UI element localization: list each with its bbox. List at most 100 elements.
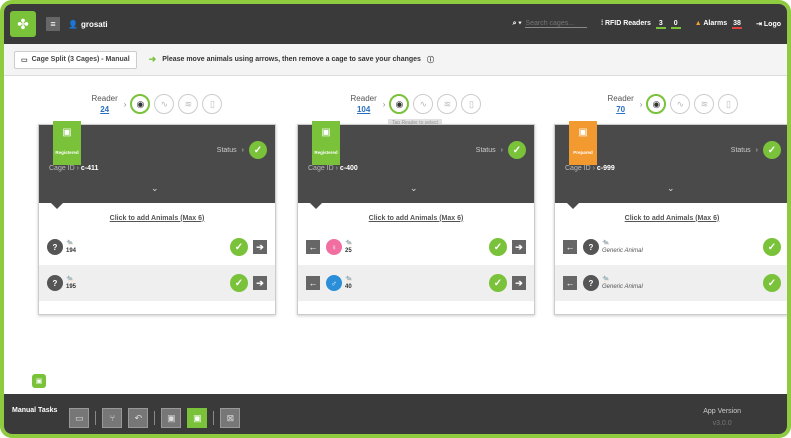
cage-status-badge: ▣ Prepared <box>569 121 597 165</box>
instruction-label: Please move animals using arrows, then r… <box>162 56 421 63</box>
check-icon[interactable]: ✓ <box>249 141 267 159</box>
info-icon[interactable]: ⓘ <box>427 55 434 65</box>
device-icon[interactable]: ▯ <box>718 94 739 114</box>
cage-id: Cage ID › c-999 <box>565 165 615 172</box>
row-actions: ✓ ➔ <box>230 238 267 256</box>
split-task-icon[interactable]: ⑂ <box>102 408 123 428</box>
cage-task-icon[interactable]: ▭ <box>69 408 90 428</box>
reader-title: Reader <box>607 94 634 103</box>
tab-label: Cage Split (3 Cages) - Manual <box>31 56 130 63</box>
status-label: Status <box>216 146 237 154</box>
cage-counter-icon[interactable]: ▣ <box>32 374 46 388</box>
instruction-text: ➜ Please move animals using arrows, then… <box>149 54 434 65</box>
rfid-readers-button[interactable]: ⦙ RFID Readers 3 0 <box>601 19 681 29</box>
move-right-button[interactable]: ➔ <box>512 240 526 254</box>
animal-info: 🐀 195 <box>66 275 76 291</box>
chevron-right-icon: › <box>639 99 643 109</box>
username: grosati <box>80 19 108 29</box>
check-icon[interactable]: ✓ <box>508 141 526 159</box>
move-right-button[interactable]: ➔ <box>253 276 267 290</box>
search-icon[interactable]: ⌕ ▾ <box>513 20 522 28</box>
remove-cage-task-icon[interactable]: ⊠ <box>220 408 241 428</box>
wifi-icon[interactable]: ≋ <box>178 94 199 114</box>
card-notch <box>51 203 63 209</box>
reader-label: Reader 24 <box>92 93 118 115</box>
status-indicator: Status › ✓ <box>476 141 526 159</box>
cage-status-badge: ▣ Registered <box>53 121 81 165</box>
move-left-button[interactable]: ← <box>306 276 320 290</box>
divider <box>213 411 215 425</box>
cage-card: ▣ Registered Status › ✓ Cage ID › c-411 … <box>38 121 276 315</box>
reader-label: Reader 70 <box>608 93 634 115</box>
status-indicator: Status › ✓ <box>217 141 267 159</box>
menu-icon[interactable]: ≡ <box>46 17 60 31</box>
bottom-toolbar: Manual Tasks ▭ ⑂ ↶ ▣ ▣ ⊠ App Version v3.… <box>4 394 787 434</box>
cage-id-label: Cage ID <box>565 165 591 172</box>
check-icon[interactable]: ✓ <box>489 274 507 292</box>
cage-column-3: Reader 70 › ◉ ∿ ≋ ▯ ▣ Prepared Status › … <box>554 79 787 315</box>
bluetooth-icon[interactable]: ∿ <box>670 94 691 114</box>
app-version: App Version v3.0.0 <box>703 406 741 430</box>
check-icon[interactable]: ✓ <box>489 238 507 256</box>
device-icon[interactable]: ▯ <box>461 94 482 114</box>
rfid-signal-icon[interactable]: ◉ <box>130 94 151 114</box>
top-right-controls: ⌕ ▾ ⦙ RFID Readers 3 0 ▲ Alarms 38 ⇥ Log… <box>513 20 787 29</box>
card-header: ▣ Prepared Status › ✓ Cage ID › c-999 ⌄ <box>555 121 787 209</box>
chevron-right-icon: › <box>755 146 758 154</box>
reader-number[interactable]: 24 <box>92 104 118 115</box>
check-icon[interactable]: ✓ <box>763 141 781 159</box>
add-animals-link[interactable]: Click to add Animals (Max 6) <box>555 207 787 229</box>
search-input[interactable] <box>525 20 588 28</box>
bluetooth-icon[interactable]: ∿ <box>413 94 434 114</box>
cage-id-label: Cage ID <box>49 165 75 172</box>
rfid-signal-icon[interactable]: ◉ <box>389 94 410 114</box>
reader-number[interactable]: 70 <box>608 104 634 115</box>
rfid-icon: ⦙ <box>601 19 603 27</box>
search-box: ⌕ ▾ <box>513 20 588 28</box>
transfer-task-icon[interactable]: ▣ <box>161 408 182 428</box>
user-menu[interactable]: 👤 grosati <box>68 20 108 29</box>
badge-label: Prepared <box>573 150 593 155</box>
device-icon[interactable]: ▯ <box>202 94 223 114</box>
cage-id-value: c-411 <box>80 165 99 172</box>
move-left-button[interactable]: ← <box>563 276 577 290</box>
logout-button[interactable]: ⇥ Logo <box>756 20 781 28</box>
move-right-button[interactable]: ➔ <box>512 276 526 290</box>
chevron-down-icon[interactable]: ⌄ <box>410 183 418 194</box>
bluetooth-icon[interactable]: ∿ <box>154 94 175 114</box>
animal-name: 40 <box>345 284 352 290</box>
row-actions: ✓ <box>763 238 781 256</box>
move-right-button[interactable]: ➔ <box>253 240 267 254</box>
cage-split-task-icon[interactable]: ▣ <box>187 408 208 428</box>
move-left-button[interactable]: ← <box>563 240 577 254</box>
user-icon: 👤 <box>68 19 78 29</box>
logout-label: Logo <box>763 21 781 28</box>
row-actions: ✓ ➔ <box>230 274 267 292</box>
app-logo-icon[interactable]: ✤ <box>10 11 36 37</box>
chevron-right-icon: › <box>241 146 244 154</box>
check-icon[interactable]: ✓ <box>763 274 781 292</box>
rodent-icon: 🐀 <box>66 240 74 246</box>
manual-tasks-label: Manual Tasks <box>12 406 58 414</box>
unknown-sex-icon: ? <box>47 275 63 291</box>
check-icon[interactable]: ✓ <box>763 238 781 256</box>
alarm-icon: ▲ <box>694 19 702 27</box>
merge-task-icon[interactable]: ↶ <box>128 408 149 428</box>
alarms-button[interactable]: ▲ Alarms 38 <box>694 19 743 29</box>
wifi-icon[interactable]: ≋ <box>694 94 715 114</box>
tab-cage-split[interactable]: ▭ Cage Split (3 Cages) - Manual <box>14 50 137 69</box>
add-animals-link[interactable]: Click to add Animals (Max 6) <box>298 207 534 229</box>
page-header: ▭ Cage Split (3 Cages) - Manual ➜ Please… <box>4 44 787 76</box>
status-indicator: Status › ✓ <box>731 141 781 159</box>
wifi-icon[interactable]: ≋ <box>437 94 458 114</box>
rfid-signal-icon[interactable]: ◉ <box>646 94 667 114</box>
reader-number[interactable]: 104 <box>351 104 377 115</box>
animal-info: 🐀 40 <box>345 275 352 291</box>
status-label: Status <box>730 146 751 154</box>
check-icon[interactable]: ✓ <box>230 274 248 292</box>
add-animals-link[interactable]: Click to add Animals (Max 6) <box>39 207 275 229</box>
move-left-button[interactable]: ← <box>306 240 320 254</box>
chevron-down-icon[interactable]: ⌄ <box>667 183 675 194</box>
chevron-down-icon[interactable]: ⌄ <box>151 183 159 194</box>
check-icon[interactable]: ✓ <box>230 238 248 256</box>
